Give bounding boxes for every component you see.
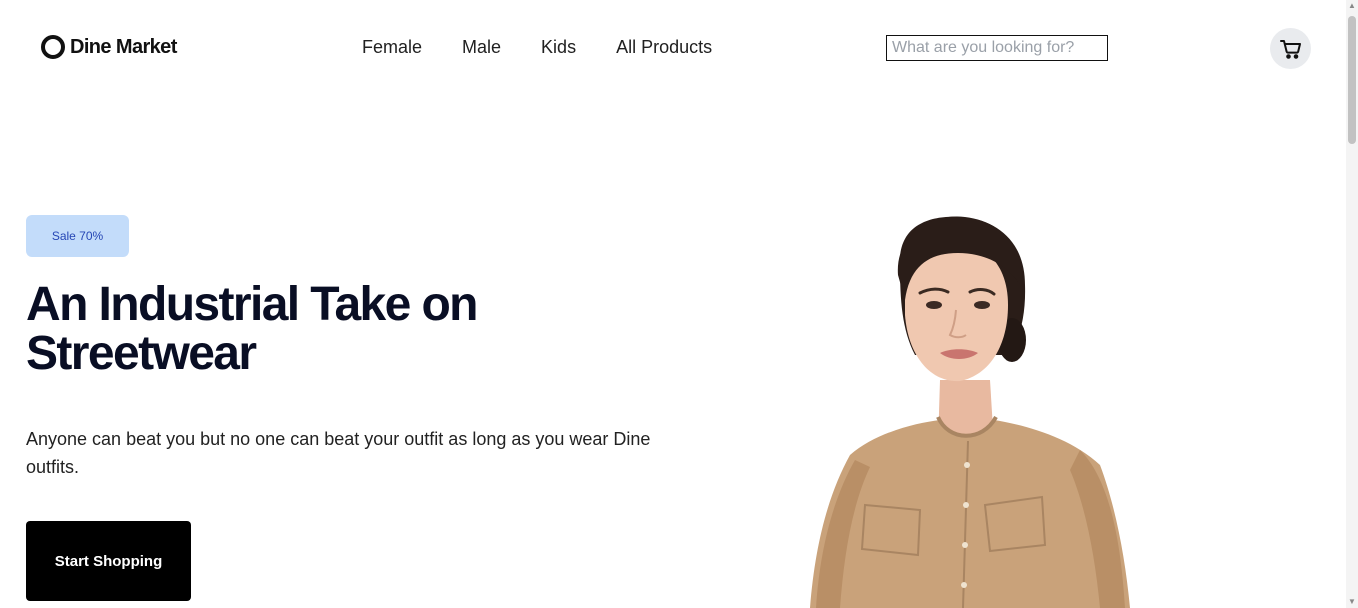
scroll-thumb[interactable] <box>1348 16 1356 144</box>
scroll-down-icon[interactable]: ▼ <box>1348 598 1356 606</box>
navbar: Dine Market Female Male Kids All Product… <box>0 0 1346 96</box>
cart-button[interactable] <box>1270 28 1311 69</box>
page-scrollbar[interactable]: ▲ ▼ <box>1346 0 1358 608</box>
hero-description: Anyone can beat you but no one can beat … <box>26 429 651 477</box>
main-nav: Female Male Kids All Products <box>362 37 752 58</box>
search-box <box>886 35 1108 61</box>
hero-title: An Industrial Take on Streetwear <box>26 278 479 380</box>
cart-icon <box>1279 39 1301 59</box>
search-input[interactable] <box>887 36 1107 60</box>
nav-link-male[interactable]: Male <box>462 37 501 58</box>
nav-link-female[interactable]: Female <box>362 37 422 58</box>
nav-link-kids[interactable]: Kids <box>541 37 576 58</box>
start-shopping-button[interactable]: Start Shopping <box>26 521 191 601</box>
scroll-up-icon[interactable]: ▲ <box>1348 2 1356 10</box>
sale-badge: Sale 70% <box>26 215 129 257</box>
hero-model-image <box>780 205 1170 608</box>
brand-name: Dine Market <box>70 35 177 58</box>
nav-link-all-products[interactable]: All Products <box>616 37 712 58</box>
brand-logo[interactable]: Dine Market <box>41 35 177 59</box>
logo-ring-icon <box>41 35 65 59</box>
